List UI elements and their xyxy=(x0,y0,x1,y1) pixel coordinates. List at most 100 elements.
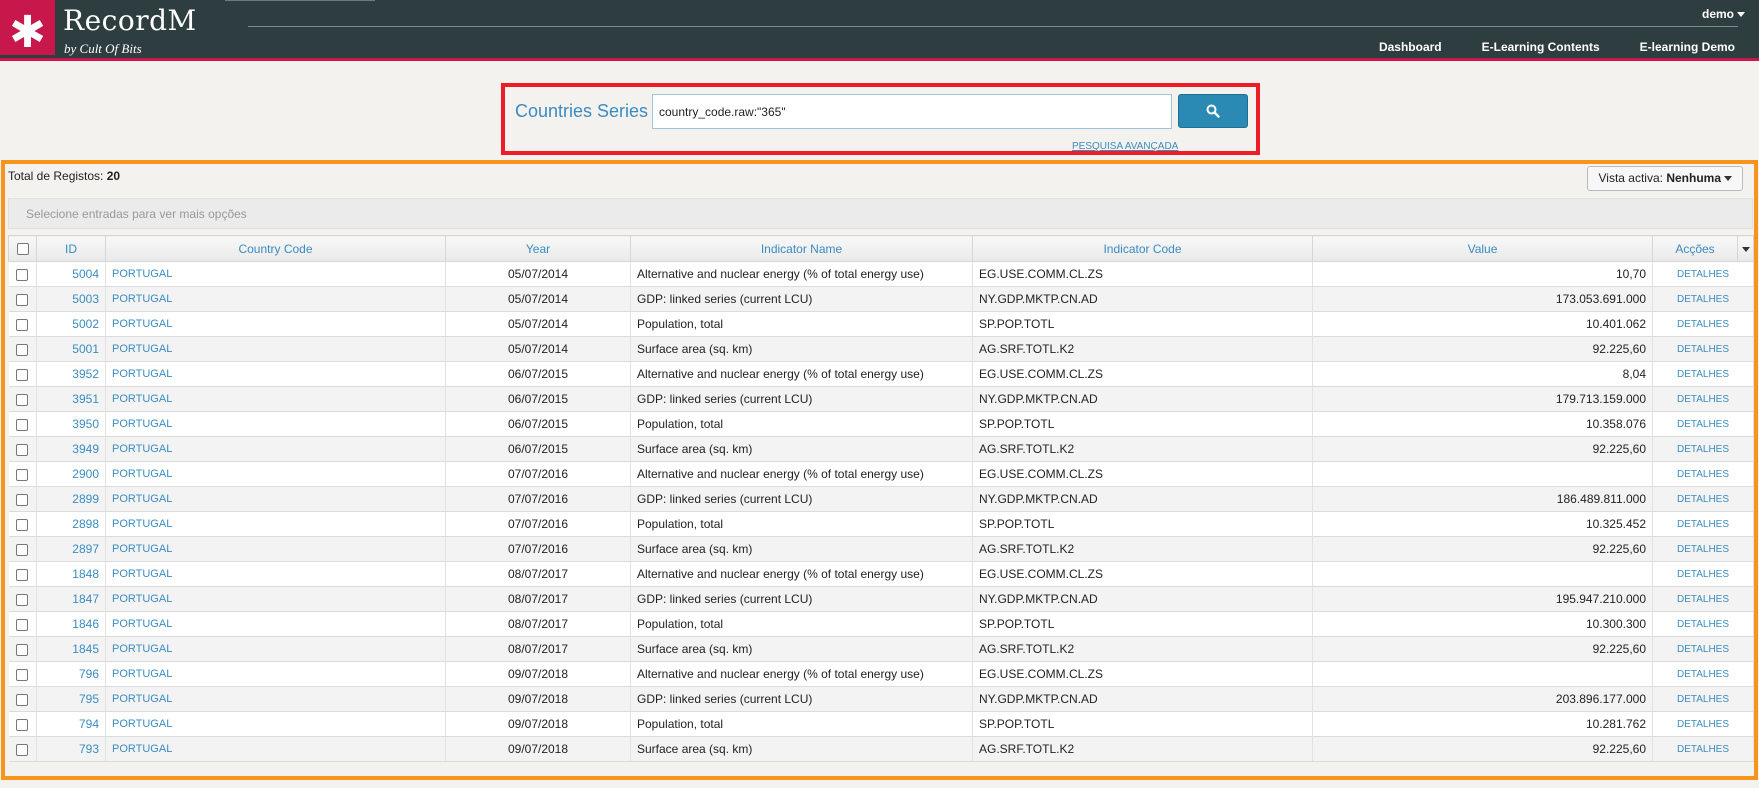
nav-dashboard[interactable]: Dashboard xyxy=(1379,40,1442,54)
details-link[interactable]: DETALHES xyxy=(1652,586,1754,612)
row-checkbox[interactable] xyxy=(16,643,29,656)
cell-id[interactable]: 2898 xyxy=(36,511,106,537)
row-checkbox[interactable] xyxy=(16,468,29,481)
table-row[interactable]: 3949 PORTUGAL 06/07/2015 Surface area (sq. … xyxy=(8,436,1754,462)
details-link[interactable]: DETALHES xyxy=(1652,386,1754,412)
details-link[interactable]: DETALHES xyxy=(1652,436,1754,462)
app-title[interactable]: RecordM xyxy=(63,4,197,37)
details-link[interactable]: DETALHES xyxy=(1652,711,1754,737)
row-checkbox[interactable] xyxy=(16,568,29,581)
cell-country-code[interactable]: PORTUGAL xyxy=(105,261,446,287)
cell-id[interactable]: 3952 xyxy=(36,361,106,387)
details-link[interactable]: DETALHES xyxy=(1652,661,1754,687)
row-checkbox[interactable] xyxy=(16,318,29,331)
column-header-id[interactable]: ID xyxy=(36,235,106,262)
row-checkbox[interactable] xyxy=(16,668,29,681)
cell-country-code[interactable]: PORTUGAL xyxy=(105,636,446,662)
cell-country-code[interactable]: PORTUGAL xyxy=(105,461,446,487)
cell-id[interactable]: 793 xyxy=(36,736,106,762)
cell-id[interactable]: 3950 xyxy=(36,411,106,437)
column-header-indicator-code[interactable]: Indicator Code xyxy=(972,235,1313,262)
row-checkbox[interactable] xyxy=(16,618,29,631)
nav-elearning-contents[interactable]: E-Learning Contents xyxy=(1482,40,1600,54)
cell-country-code[interactable]: PORTUGAL xyxy=(105,286,446,312)
details-link[interactable]: DETALHES xyxy=(1652,336,1754,362)
table-row[interactable]: 794 PORTUGAL 09/07/2018 Population, total SP… xyxy=(8,711,1754,737)
cell-id[interactable]: 795 xyxy=(36,686,106,712)
cell-country-code[interactable]: PORTUGAL xyxy=(105,436,446,462)
cell-country-code[interactable]: PORTUGAL xyxy=(105,486,446,512)
cell-country-code[interactable]: PORTUGAL xyxy=(105,711,446,737)
cell-id[interactable]: 5003 xyxy=(36,286,106,312)
table-row[interactable]: 3951 PORTUGAL 06/07/2015 GDP: linked series… xyxy=(8,386,1754,412)
column-header-country-code[interactable]: Country Code xyxy=(105,235,446,262)
row-checkbox[interactable] xyxy=(16,268,29,281)
details-link[interactable]: DETALHES xyxy=(1652,461,1754,487)
cell-id[interactable]: 2897 xyxy=(36,536,106,562)
row-checkbox[interactable] xyxy=(16,743,29,756)
column-header-actions[interactable]: Acções xyxy=(1652,235,1738,262)
active-view-dropdown[interactable]: Vista activa: Nenhuma xyxy=(1587,166,1743,191)
search-button[interactable] xyxy=(1178,94,1248,128)
cell-country-code[interactable]: PORTUGAL xyxy=(105,311,446,337)
row-checkbox[interactable] xyxy=(16,493,29,506)
table-row[interactable]: 5002 PORTUGAL 05/07/2014 Population, total S… xyxy=(8,311,1754,337)
cell-id[interactable]: 5001 xyxy=(36,336,106,362)
table-row[interactable]: 1846 PORTUGAL 08/07/2017 Population, total S… xyxy=(8,611,1754,637)
app-logo[interactable]: ✱ xyxy=(0,0,55,55)
table-row[interactable]: 2900 PORTUGAL 07/07/2016 Alternative and nu… xyxy=(8,461,1754,487)
details-link[interactable]: DETALHES xyxy=(1652,486,1754,512)
row-checkbox[interactable] xyxy=(16,718,29,731)
table-row[interactable]: 1845 PORTUGAL 08/07/2017 Surface area (sq. … xyxy=(8,636,1754,662)
details-link[interactable]: DETALHES xyxy=(1652,686,1754,712)
details-link[interactable]: DETALHES xyxy=(1652,536,1754,562)
row-checkbox[interactable] xyxy=(16,418,29,431)
row-checkbox[interactable] xyxy=(16,543,29,556)
cell-country-code[interactable]: PORTUGAL xyxy=(105,586,446,612)
search-input[interactable] xyxy=(652,94,1172,129)
row-checkbox[interactable] xyxy=(16,443,29,456)
cell-country-code[interactable]: PORTUGAL xyxy=(105,361,446,387)
column-header-value[interactable]: Value xyxy=(1312,235,1653,262)
table-row[interactable]: 5001 PORTUGAL 05/07/2014 Surface area (sq. … xyxy=(8,336,1754,362)
cell-id[interactable]: 796 xyxy=(36,661,106,687)
details-link[interactable]: DETALHES xyxy=(1652,286,1754,312)
table-row[interactable]: 793 PORTUGAL 09/07/2018 Surface area (sq. k… xyxy=(8,736,1754,762)
column-header-year[interactable]: Year xyxy=(445,235,631,262)
details-link[interactable]: DETALHES xyxy=(1652,611,1754,637)
cell-country-code[interactable]: PORTUGAL xyxy=(105,661,446,687)
table-row[interactable]: 2899 PORTUGAL 07/07/2016 GDP: linked series… xyxy=(8,486,1754,512)
row-checkbox[interactable] xyxy=(16,518,29,531)
details-link[interactable]: DETALHES xyxy=(1652,361,1754,387)
row-checkbox[interactable] xyxy=(16,593,29,606)
cell-country-code[interactable]: PORTUGAL xyxy=(105,386,446,412)
table-row[interactable]: 5003 PORTUGAL 05/07/2014 GDP: linked series… xyxy=(8,286,1754,312)
column-header-indicator-name[interactable]: Indicator Name xyxy=(630,235,973,262)
cell-id[interactable]: 2899 xyxy=(36,486,106,512)
table-row[interactable]: 2897 PORTUGAL 07/07/2016 Surface area (sq. … xyxy=(8,536,1754,562)
cell-country-code[interactable]: PORTUGAL xyxy=(105,686,446,712)
row-checkbox[interactable] xyxy=(16,393,29,406)
table-row[interactable]: 1847 PORTUGAL 08/07/2017 GDP: linked series… xyxy=(8,586,1754,612)
cell-id[interactable]: 794 xyxy=(36,711,106,737)
table-row[interactable]: 3952 PORTUGAL 06/07/2015 Alternative and nu… xyxy=(8,361,1754,387)
cell-country-code[interactable]: PORTUGAL xyxy=(105,336,446,362)
details-link[interactable]: DETALHES xyxy=(1652,736,1754,762)
table-row[interactable]: 795 PORTUGAL 09/07/2018 GDP: linked series … xyxy=(8,686,1754,712)
details-link[interactable]: DETALHES xyxy=(1652,261,1754,287)
cell-country-code[interactable]: PORTUGAL xyxy=(105,536,446,562)
cell-country-code[interactable]: PORTUGAL xyxy=(105,411,446,437)
row-checkbox[interactable] xyxy=(16,343,29,356)
cell-id[interactable]: 5002 xyxy=(36,311,106,337)
details-link[interactable]: DETALHES xyxy=(1652,411,1754,437)
details-link[interactable]: DETALHES xyxy=(1652,561,1754,587)
cell-id[interactable]: 1847 xyxy=(36,586,106,612)
user-menu[interactable]: demo xyxy=(1702,7,1745,21)
cell-id[interactable]: 3949 xyxy=(36,436,106,462)
table-row[interactable]: 1848 PORTUGAL 08/07/2017 Alternative and nu… xyxy=(8,561,1754,587)
cell-country-code[interactable]: PORTUGAL xyxy=(105,736,446,762)
row-checkbox[interactable] xyxy=(16,293,29,306)
cell-country-code[interactable]: PORTUGAL xyxy=(105,561,446,587)
nav-elearning-demo[interactable]: E-learning Demo xyxy=(1640,40,1735,54)
details-link[interactable]: DETALHES xyxy=(1652,511,1754,537)
